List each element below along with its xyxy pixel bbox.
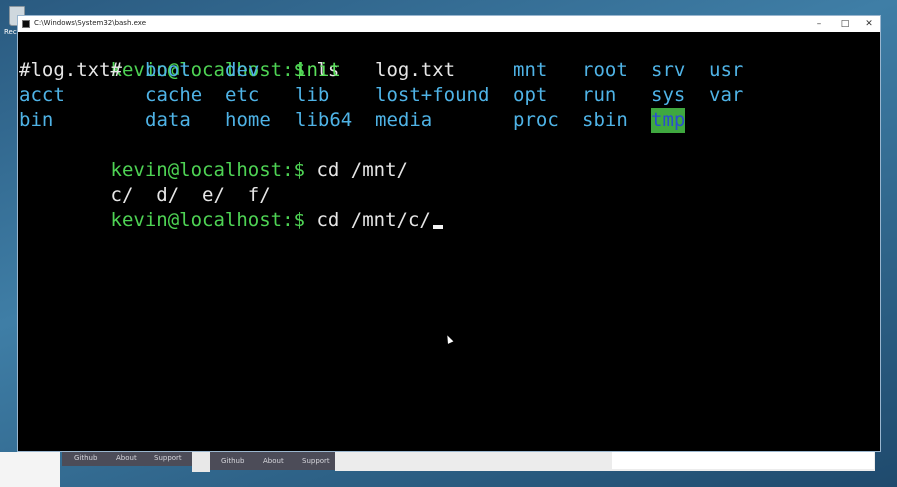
maximize-button[interactable]: □: [834, 16, 856, 32]
ls-entry: dev: [225, 59, 260, 81]
ls-entry: media: [375, 109, 433, 131]
ls-entry: home: [225, 109, 271, 131]
ls-entry: lib64: [295, 109, 353, 131]
terminal-line: c/ d/ e/ f/: [19, 158, 271, 206]
text-cursor: [432, 225, 443, 229]
terminal-line: kevin@localhost:$ cd /mnt/: [19, 133, 408, 181]
ls-entry: lost+found: [375, 84, 490, 106]
background-page-area: [612, 452, 874, 469]
minimize-button[interactable]: –: [808, 16, 830, 32]
ls-entry: srv: [651, 59, 686, 81]
ls-entry: cache: [145, 84, 203, 106]
ls-entry-highlighted: tmp: [651, 108, 686, 133]
ls-entry: lib: [295, 84, 330, 106]
background-nav-bar: Github About Support: [62, 452, 192, 466]
close-button[interactable]: ✕: [858, 16, 880, 32]
ls-entry: data: [145, 109, 191, 131]
terminal-line: kevin@localhost:$ ls: [19, 33, 340, 81]
ls-entry: opt: [513, 84, 548, 106]
terminal-current-line[interactable]: kevin@localhost:$ cd /mnt/c/: [19, 183, 443, 231]
background-link-about[interactable]: About: [263, 457, 284, 465]
ls-output-row: bin data home lib64 media proc sbin tmp: [19, 108, 879, 133]
background-nav-bar: Github About Support: [210, 452, 335, 470]
window-title: C:\Windows\System32\bash.exe: [34, 19, 147, 27]
ls-entry: etc: [225, 84, 260, 106]
background-page-area: [0, 452, 60, 487]
ls-output-row: acct cache etc lib lost+found opt run sy…: [19, 83, 879, 108]
ls-entry: root: [582, 59, 628, 81]
desktop: Recyc Github About Support Github About …: [0, 0, 897, 487]
ls-entry: acct: [19, 84, 65, 106]
terminal-output[interactable]: kevin@localhost:$ ls #log.txt# boot dev …: [19, 33, 879, 451]
ls-entry: sbin: [582, 109, 628, 131]
ls-entry: sys: [651, 84, 686, 106]
ls-entry: bin: [19, 109, 54, 131]
background-link-about[interactable]: About: [116, 454, 137, 462]
ls-output-row: #log.txt# boot dev init log.txt mnt root…: [19, 58, 879, 83]
shell-prompt: kevin@localhost:$: [110, 209, 305, 231]
background-link-github[interactable]: Github: [74, 454, 97, 462]
ls-entry: #log.txt#: [19, 59, 122, 81]
background-link-support[interactable]: Support: [154, 454, 182, 462]
ls-entry: usr: [709, 59, 744, 81]
ls-entry: run: [582, 84, 617, 106]
ls-entry: var: [709, 84, 744, 106]
background-link-github[interactable]: Github: [221, 457, 244, 465]
background-link-support[interactable]: Support: [302, 457, 330, 465]
ls-entry: proc: [513, 109, 559, 131]
ls-entry: boot: [145, 59, 191, 81]
background-page-area: [192, 452, 210, 472]
ls-entry: init: [295, 59, 341, 81]
window-titlebar[interactable]: C:\Windows\System32\bash.exe – □ ✕: [18, 16, 880, 32]
console-app-icon: [22, 20, 30, 28]
bash-console-window[interactable]: C:\Windows\System32\bash.exe – □ ✕ kevin…: [17, 15, 881, 452]
ls-entry: log.txt: [375, 59, 456, 81]
command-input[interactable]: cd /mnt/c/: [316, 209, 430, 231]
ls-entry: mnt: [513, 59, 548, 81]
command-text: cd /mnt/: [316, 159, 408, 181]
